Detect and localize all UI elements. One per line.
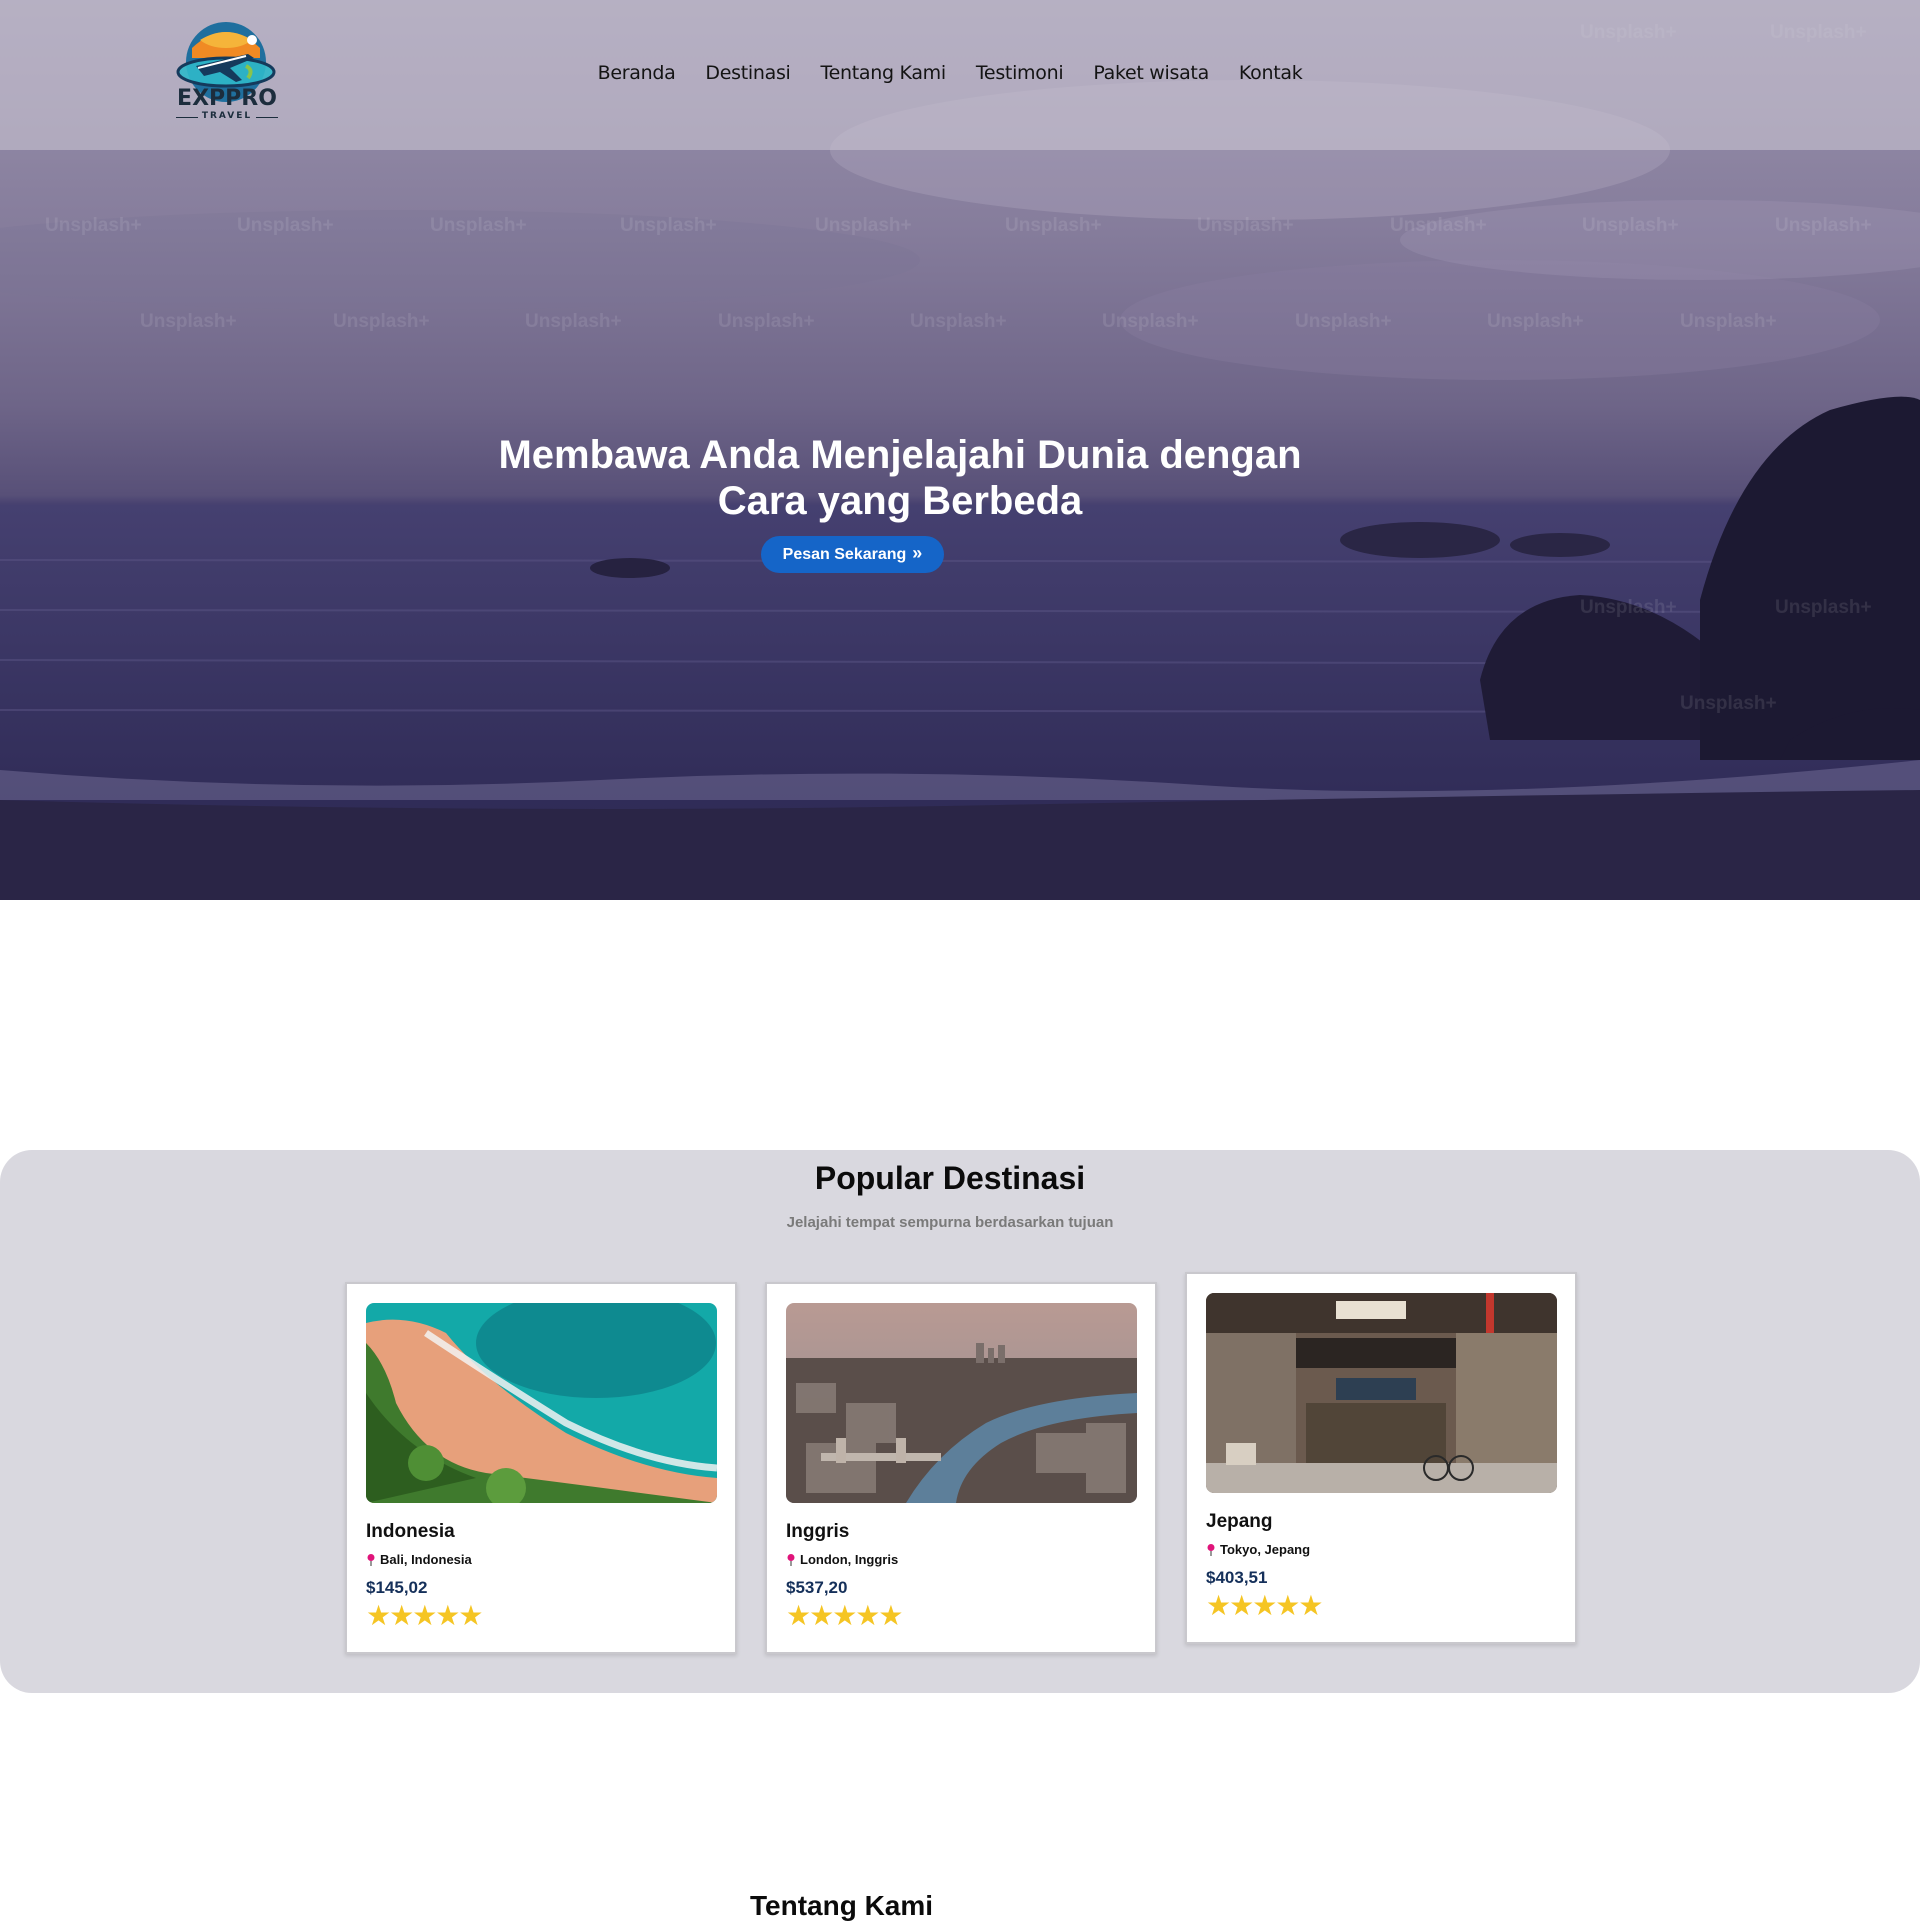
watermark-text: Unsplash+ — [1197, 215, 1294, 236]
hero-title-line-2: Cara yang Berbeda — [717, 479, 1083, 523]
hero-title-line-1: Membawa Anda Menjelajahi Dunia dengan — [498, 433, 1302, 477]
nav-link-tentang-kami[interactable]: Tentang Kami — [821, 62, 947, 84]
destination-location: Bali, Indonesia — [366, 1552, 472, 1567]
destination-name: Indonesia — [366, 1521, 455, 1542]
watermark-text: Unsplash+ — [1775, 215, 1872, 236]
watermark-text: Unsplash+ — [525, 311, 622, 332]
watermark-text: Unsplash+ — [430, 215, 527, 236]
book-now-button[interactable]: Pesan Sekarang » — [761, 536, 944, 573]
nav-link-testimoni[interactable]: Testimoni — [976, 62, 1064, 84]
star-rating-icon: ★★★★★ — [786, 1600, 904, 1631]
star-rating-icon: ★★★★★ — [366, 1600, 484, 1631]
watermark-text: Unsplash+ — [1680, 693, 1777, 714]
watermark-text: Unsplash+ — [140, 311, 237, 332]
navbar: EXPPRO TRAVEL Beranda Destinasi Tentang … — [0, 0, 1920, 150]
destination-location: Tokyo, Jepang — [1206, 1542, 1310, 1557]
map-pin-icon — [367, 1553, 375, 1566]
watermark-text: Unsplash+ — [1390, 215, 1487, 236]
watermark-text: Unsplash+ — [237, 215, 334, 236]
destination-price: $145,02 — [366, 1578, 428, 1597]
watermark-text: Unsplash+ — [1580, 597, 1677, 618]
destination-location-text: Bali, Indonesia — [380, 1552, 472, 1567]
watermark-text: Unsplash+ — [910, 311, 1007, 332]
beach-aerial-image — [366, 1303, 717, 1503]
brand-subtitle: TRAVEL — [201, 111, 253, 121]
destination-location-text: London, Inggris — [800, 1552, 899, 1567]
city-river-image — [786, 1303, 1137, 1503]
map-pin-icon — [787, 1553, 795, 1566]
watermark-text: Unsplash+ — [1102, 311, 1199, 332]
watermark-text: Unsplash+ — [1295, 311, 1392, 332]
star-rating-icon: ★★★★★ — [1206, 1590, 1324, 1621]
watermark-text: Unsplash+ — [1680, 311, 1777, 332]
section-title: Popular Destinasi — [814, 1160, 1086, 1196]
brand-divider — [256, 117, 278, 118]
main-nav: Beranda Destinasi Tentang Kami Testimoni… — [0, 62, 1920, 84]
destination-location: London, Inggris — [786, 1552, 898, 1567]
watermark-text: Unsplash+ — [620, 215, 717, 236]
double-chevron-right-icon: » — [912, 543, 923, 563]
japanese-shop-image — [1206, 1293, 1557, 1493]
watermark-text: Unsplash+ — [718, 311, 815, 332]
nav-link-beranda[interactable]: Beranda — [598, 62, 676, 84]
destination-card-indonesia[interactable]: Indonesia Bali, Indonesia $145,02 ★★★★★ — [345, 1282, 737, 1654]
watermark-text: Unsplash+ — [333, 311, 430, 332]
destination-price: $537,20 — [786, 1578, 848, 1597]
watermark-text: Unsplash+ — [815, 215, 912, 236]
map-pin-icon — [1207, 1543, 1215, 1556]
destination-price: $403,51 — [1206, 1568, 1268, 1587]
destination-name: Jepang — [1206, 1511, 1273, 1532]
nav-link-destinasi[interactable]: Destinasi — [705, 62, 790, 84]
destination-location-text: Tokyo, Jepang — [1220, 1542, 1311, 1557]
nav-link-kontak[interactable]: Kontak — [1239, 62, 1303, 84]
brand-name: EXPPRO — [177, 86, 277, 111]
watermark-text: Unsplash+ — [45, 215, 142, 236]
watermark-text: Unsplash+ — [1005, 215, 1102, 236]
hero-title: Membawa Anda Menjelajahi Dunia dengan Ca… — [420, 432, 1380, 524]
section-subtitle: Jelajahi tempat sempurna berdasarkan tuj… — [786, 1214, 1114, 1231]
watermark-text: Unsplash+ — [1775, 597, 1872, 618]
destination-name: Inggris — [786, 1521, 850, 1542]
watermark-text: Unsplash+ — [1487, 311, 1584, 332]
book-now-label: Pesan Sekarang — [782, 545, 907, 563]
watermark-text: Unsplash+ — [1582, 215, 1679, 236]
destination-card-jepang[interactable]: Jepang Tokyo, Jepang $403,51 ★★★★★ — [1185, 1272, 1577, 1644]
destination-card-inggris[interactable]: Inggris London, Inggris $537,20 ★★★★★ — [765, 1282, 1157, 1654]
about-section-title: Tentang Kami — [750, 1890, 934, 1921]
nav-link-paket-wisata[interactable]: Paket wisata — [1093, 62, 1209, 84]
